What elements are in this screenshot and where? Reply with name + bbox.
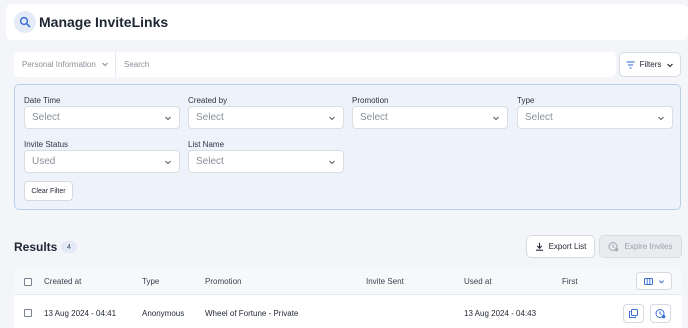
created-by-value: Select [196,112,224,123]
export-list-label: Export List [548,242,587,251]
invite-status-select[interactable]: Used [24,150,180,173]
expire-invites-button[interactable]: Expire Invites [599,235,682,258]
cell-created-at: 13 Aug 2024 - 04:41 [44,309,117,318]
filter-date-time-label: Date Time [24,96,61,105]
date-time-select[interactable]: Select [24,106,180,129]
page-title: Manage InviteLinks [39,14,169,30]
cell-type: Anonymous [142,309,185,318]
chevron-down-icon [667,63,674,67]
column-header-first[interactable]: First [562,277,578,286]
filter-list-name-label: List Name [188,140,225,149]
search-category-label: Personal Information [22,60,96,69]
chevron-down-icon [329,160,335,165]
list-name-select[interactable]: Select [188,150,344,173]
page-header: Manage InviteLinks [6,4,688,40]
clock-expire-icon [608,242,619,252]
search-input[interactable] [120,52,610,77]
filter-promotion-label: Promotion [352,96,389,105]
export-list-button[interactable]: Export List [526,235,595,258]
clock-expire-icon [655,309,666,319]
chevron-down-icon [102,62,108,67]
chevron-down-icon [493,116,499,121]
chevron-down-icon [658,279,664,283]
type-value: Select [525,112,553,123]
clear-filter-button[interactable]: Clear Filter [24,181,73,201]
columns-icon [643,277,653,285]
filters-button[interactable]: Filters [619,52,681,77]
chevron-down-icon [165,116,171,121]
search-icon [14,11,36,33]
type-select[interactable]: Select [517,106,673,129]
filters-button-label: Filters [639,60,662,69]
promotion-value: Select [360,112,388,123]
column-header-used-at[interactable]: Used at [464,277,492,286]
search-category-select[interactable]: Personal Information [14,52,116,77]
invite-status-value: Used [32,156,56,167]
created-by-select[interactable]: Select [188,106,344,129]
expire-invites-label: Expire Invites [624,242,673,251]
download-icon [535,242,543,251]
results-table: Created at Type Promotion Invite Sent Us… [14,268,682,328]
filter-icon [626,60,635,69]
column-header-invite-sent[interactable]: Invite Sent [366,277,404,286]
promotion-select[interactable]: Select [352,106,508,129]
table-header: Created at Type Promotion Invite Sent Us… [14,268,682,295]
column-header-created-at[interactable]: Created at [44,277,81,286]
expire-link-button[interactable] [650,304,671,323]
chevron-down-icon [658,116,664,121]
filter-type-label: Type [517,96,535,105]
column-header-type[interactable]: Type [142,277,159,286]
row-checkbox[interactable] [24,309,32,317]
copy-link-button[interactable] [623,304,644,323]
list-name-value: Select [196,156,224,167]
date-time-value: Select [32,112,60,123]
search-bar: Personal Information [14,52,616,77]
filter-panel: Date Time Select Created by Select Promo… [14,84,681,210]
column-settings-button[interactable] [636,272,672,290]
cell-used-at: 13 Aug 2024 - 04:43 [464,309,537,318]
chevron-down-icon [165,160,171,165]
results-count-badge: 4 [61,241,77,253]
chevron-down-icon [329,116,335,121]
cell-promotion: Wheel of Fortune - Private [205,309,299,318]
filter-created-by-label: Created by [188,96,228,105]
copy-icon [629,309,638,318]
select-all-checkbox[interactable] [24,278,32,286]
results-title: Results [14,240,58,254]
filter-invite-status-label: Invite Status [24,140,69,149]
column-header-promotion[interactable]: Promotion [205,277,241,286]
